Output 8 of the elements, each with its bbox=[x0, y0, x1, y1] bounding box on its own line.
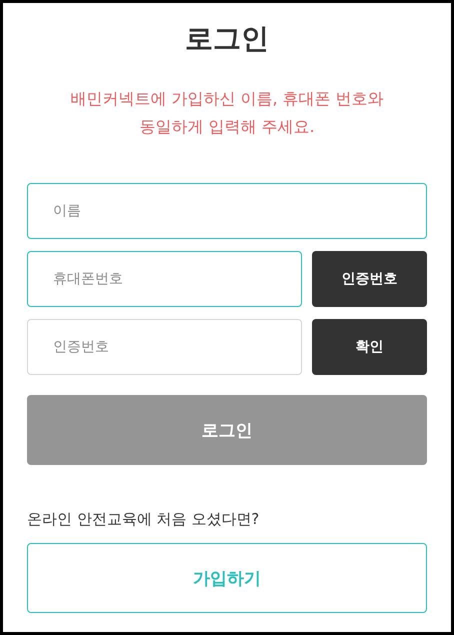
input-field[interactable]: 이름 bbox=[27, 183, 427, 239]
instruction-text: 배민커넥트에 가입하신 이름, 휴대폰 번호와 동일하게 입력해 주세요. bbox=[69, 88, 385, 138]
signup-prompt: 온라인 안전교육에 처음 오셨다면? bbox=[27, 509, 260, 529]
page-title: 로그인 bbox=[184, 21, 270, 57]
verify-button[interactable]: 확인 bbox=[312, 319, 427, 375]
verify-button[interactable]: 인증번호 bbox=[312, 251, 427, 307]
input-field[interactable]: 인증번호 bbox=[27, 319, 302, 375]
input-field[interactable]: 휴대폰번호 bbox=[27, 251, 302, 307]
